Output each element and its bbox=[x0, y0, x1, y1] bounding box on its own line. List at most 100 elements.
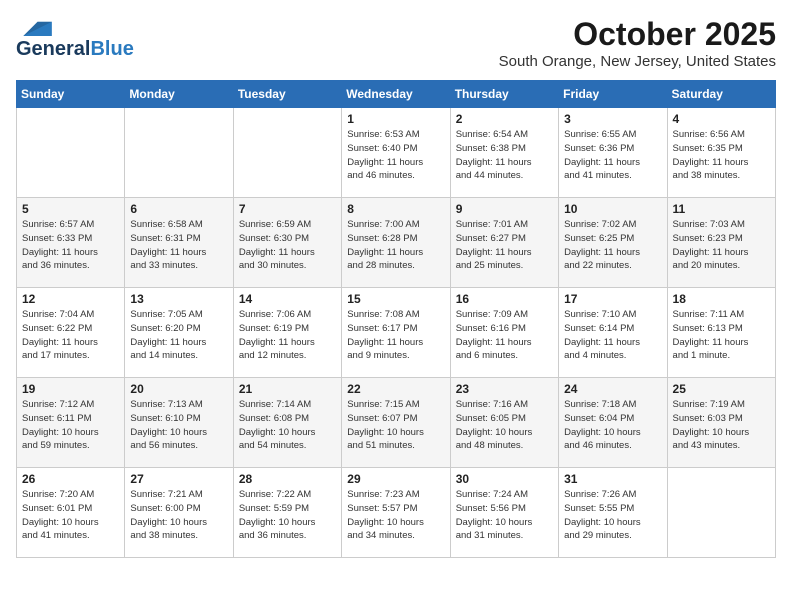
calendar-cell: 16 Sunrise: 7:09 AM Sunset: 6:16 PM Dayli… bbox=[450, 288, 558, 378]
calendar-cell: 6Sunrise: 6:58 AM Sunset: 6:31 PM Daylig… bbox=[125, 198, 233, 288]
day-info: Sunrise: 7:10 AM Sunset: 6:14 PM Dayligh… bbox=[564, 308, 661, 363]
day-number: 13 bbox=[130, 292, 227, 306]
day-info: Sunrise: 7:04 AM Sunset: 6:22 PM Dayligh… bbox=[22, 308, 119, 363]
day-number: 22 bbox=[347, 382, 444, 396]
day-number: 23 bbox=[456, 382, 553, 396]
day-info: Sunrise: 6:56 AM Sunset: 6:35 PM Dayligh… bbox=[673, 128, 770, 183]
day-number: 15 bbox=[347, 292, 444, 306]
day-number: 28 bbox=[239, 472, 336, 486]
weekday-header: Saturday bbox=[667, 81, 775, 108]
calendar-cell: 27Sunrise: 7:21 AM Sunset: 6:00 PM Dayli… bbox=[125, 468, 233, 558]
calendar-cell: 18 Sunrise: 7:11 AM Sunset: 6:13 PM Dayli… bbox=[667, 288, 775, 378]
calendar-cell: 19Sunrise: 7:12 AM Sunset: 6:11 PM Dayli… bbox=[17, 378, 125, 468]
day-number: 9 bbox=[456, 202, 553, 216]
day-number: 7 bbox=[239, 202, 336, 216]
weekday-header: Sunday bbox=[17, 81, 125, 108]
weekday-header: Thursday bbox=[450, 81, 558, 108]
logo-icon bbox=[16, 16, 52, 36]
calendar-cell: 17 Sunrise: 7:10 AM Sunset: 6:14 PM Dayli… bbox=[559, 288, 667, 378]
day-info: Sunrise: 7:18 AM Sunset: 6:04 PM Dayligh… bbox=[564, 398, 661, 453]
weekday-header: Friday bbox=[559, 81, 667, 108]
day-number: 21 bbox=[239, 382, 336, 396]
day-info: Sunrise: 7:19 AM Sunset: 6:03 PM Dayligh… bbox=[673, 398, 770, 453]
calendar-cell: 1Sunrise: 6:53 AM Sunset: 6:40 PM Daylig… bbox=[342, 108, 450, 198]
day-info: Sunrise: 6:57 AM Sunset: 6:33 PM Dayligh… bbox=[22, 218, 119, 273]
day-number: 3 bbox=[564, 112, 661, 126]
calendar-cell: 4Sunrise: 6:56 AM Sunset: 6:35 PM Daylig… bbox=[667, 108, 775, 198]
weekday-header-row: SundayMondayTuesdayWednesdayThursdayFrid… bbox=[17, 81, 776, 108]
location-title: South Orange, New Jersey, United States bbox=[499, 53, 776, 70]
calendar-table: SundayMondayTuesdayWednesdayThursdayFrid… bbox=[16, 80, 776, 558]
day-number: 8 bbox=[347, 202, 444, 216]
calendar-cell: 26 Sunrise: 7:20 AM Sunset: 6:01 PM Dayli… bbox=[17, 468, 125, 558]
day-info: Sunrise: 7:13 AM Sunset: 6:10 PM Dayligh… bbox=[130, 398, 227, 453]
calendar-cell: 21 Sunrise: 7:14 AM Sunset: 6:08 PM Dayli… bbox=[233, 378, 341, 468]
calendar-cell: 22 Sunrise: 7:15 AM Sunset: 6:07 PM Dayli… bbox=[342, 378, 450, 468]
calendar-cell bbox=[125, 108, 233, 198]
day-number: 29 bbox=[347, 472, 444, 486]
day-number: 26 bbox=[22, 472, 119, 486]
day-info: Sunrise: 7:05 AM Sunset: 6:20 PM Dayligh… bbox=[130, 308, 227, 363]
calendar-week-row: 19Sunrise: 7:12 AM Sunset: 6:11 PM Dayli… bbox=[17, 378, 776, 468]
day-number: 31 bbox=[564, 472, 661, 486]
calendar-cell bbox=[233, 108, 341, 198]
calendar-cell: 24 Sunrise: 7:18 AM Sunset: 6:04 PM Dayli… bbox=[559, 378, 667, 468]
day-info: Sunrise: 7:15 AM Sunset: 6:07 PM Dayligh… bbox=[347, 398, 444, 453]
calendar-cell: 30Sunrise: 7:24 AM Sunset: 5:56 PM Dayli… bbox=[450, 468, 558, 558]
day-info: Sunrise: 7:24 AM Sunset: 5:56 PM Dayligh… bbox=[456, 488, 553, 543]
day-number: 5 bbox=[22, 202, 119, 216]
calendar-cell: 8 Sunrise: 7:00 AM Sunset: 6:28 PM Daylig… bbox=[342, 198, 450, 288]
calendar-cell: 5 Sunrise: 6:57 AM Sunset: 6:33 PM Daylig… bbox=[17, 198, 125, 288]
calendar-cell bbox=[667, 468, 775, 558]
calendar-cell: 10 Sunrise: 7:02 AM Sunset: 6:25 PM Dayli… bbox=[559, 198, 667, 288]
day-info: Sunrise: 7:02 AM Sunset: 6:25 PM Dayligh… bbox=[564, 218, 661, 273]
calendar-cell: 9 Sunrise: 7:01 AM Sunset: 6:27 PM Daylig… bbox=[450, 198, 558, 288]
calendar-cell bbox=[17, 108, 125, 198]
day-info: Sunrise: 7:26 AM Sunset: 5:55 PM Dayligh… bbox=[564, 488, 661, 543]
calendar-cell: 3 Sunrise: 6:55 AM Sunset: 6:36 PM Daylig… bbox=[559, 108, 667, 198]
calendar-week-row: 5 Sunrise: 6:57 AM Sunset: 6:33 PM Daylig… bbox=[17, 198, 776, 288]
calendar-cell: 13 Sunrise: 7:05 AM Sunset: 6:20 PM Dayli… bbox=[125, 288, 233, 378]
month-title: October 2025 bbox=[499, 16, 776, 53]
day-number: 10 bbox=[564, 202, 661, 216]
day-number: 25 bbox=[673, 382, 770, 396]
logo-blue: Blue bbox=[90, 38, 133, 61]
day-info: Sunrise: 7:08 AM Sunset: 6:17 PM Dayligh… bbox=[347, 308, 444, 363]
day-info: Sunrise: 7:09 AM Sunset: 6:16 PM Dayligh… bbox=[456, 308, 553, 363]
day-info: Sunrise: 7:00 AM Sunset: 6:28 PM Dayligh… bbox=[347, 218, 444, 273]
page-header: General Blue October 2025 South Orange, … bbox=[16, 16, 776, 70]
day-info: Sunrise: 7:14 AM Sunset: 6:08 PM Dayligh… bbox=[239, 398, 336, 453]
calendar-cell: 25 Sunrise: 7:19 AM Sunset: 6:03 PM Dayli… bbox=[667, 378, 775, 468]
day-number: 17 bbox=[564, 292, 661, 306]
calendar-cell: 20Sunrise: 7:13 AM Sunset: 6:10 PM Dayli… bbox=[125, 378, 233, 468]
calendar-cell: 15 Sunrise: 7:08 AM Sunset: 6:17 PM Dayli… bbox=[342, 288, 450, 378]
calendar-cell: 29 Sunrise: 7:23 AM Sunset: 5:57 PM Dayli… bbox=[342, 468, 450, 558]
day-info: Sunrise: 7:20 AM Sunset: 6:01 PM Dayligh… bbox=[22, 488, 119, 543]
day-info: Sunrise: 7:03 AM Sunset: 6:23 PM Dayligh… bbox=[673, 218, 770, 273]
day-info: Sunrise: 7:23 AM Sunset: 5:57 PM Dayligh… bbox=[347, 488, 444, 543]
calendar-week-row: 26 Sunrise: 7:20 AM Sunset: 6:01 PM Dayli… bbox=[17, 468, 776, 558]
logo-general: General bbox=[16, 38, 90, 61]
calendar-cell: 7 Sunrise: 6:59 AM Sunset: 6:30 PM Daylig… bbox=[233, 198, 341, 288]
calendar-cell: 2Sunrise: 6:54 AM Sunset: 6:38 PM Daylig… bbox=[450, 108, 558, 198]
day-number: 2 bbox=[456, 112, 553, 126]
day-number: 18 bbox=[673, 292, 770, 306]
day-number: 24 bbox=[564, 382, 661, 396]
title-block: October 2025 South Orange, New Jersey, U… bbox=[499, 16, 776, 70]
day-info: Sunrise: 6:55 AM Sunset: 6:36 PM Dayligh… bbox=[564, 128, 661, 183]
calendar-week-row: 1Sunrise: 6:53 AM Sunset: 6:40 PM Daylig… bbox=[17, 108, 776, 198]
day-info: Sunrise: 7:21 AM Sunset: 6:00 PM Dayligh… bbox=[130, 488, 227, 543]
day-info: Sunrise: 7:11 AM Sunset: 6:13 PM Dayligh… bbox=[673, 308, 770, 363]
calendar-cell: 11 Sunrise: 7:03 AM Sunset: 6:23 PM Dayli… bbox=[667, 198, 775, 288]
day-info: Sunrise: 7:22 AM Sunset: 5:59 PM Dayligh… bbox=[239, 488, 336, 543]
day-number: 11 bbox=[673, 202, 770, 216]
calendar-cell: 23Sunrise: 7:16 AM Sunset: 6:05 PM Dayli… bbox=[450, 378, 558, 468]
day-info: Sunrise: 7:01 AM Sunset: 6:27 PM Dayligh… bbox=[456, 218, 553, 273]
day-number: 16 bbox=[456, 292, 553, 306]
day-number: 6 bbox=[130, 202, 227, 216]
day-info: Sunrise: 7:06 AM Sunset: 6:19 PM Dayligh… bbox=[239, 308, 336, 363]
day-number: 14 bbox=[239, 292, 336, 306]
day-number: 19 bbox=[22, 382, 119, 396]
day-number: 12 bbox=[22, 292, 119, 306]
day-info: Sunrise: 6:59 AM Sunset: 6:30 PM Dayligh… bbox=[239, 218, 336, 273]
